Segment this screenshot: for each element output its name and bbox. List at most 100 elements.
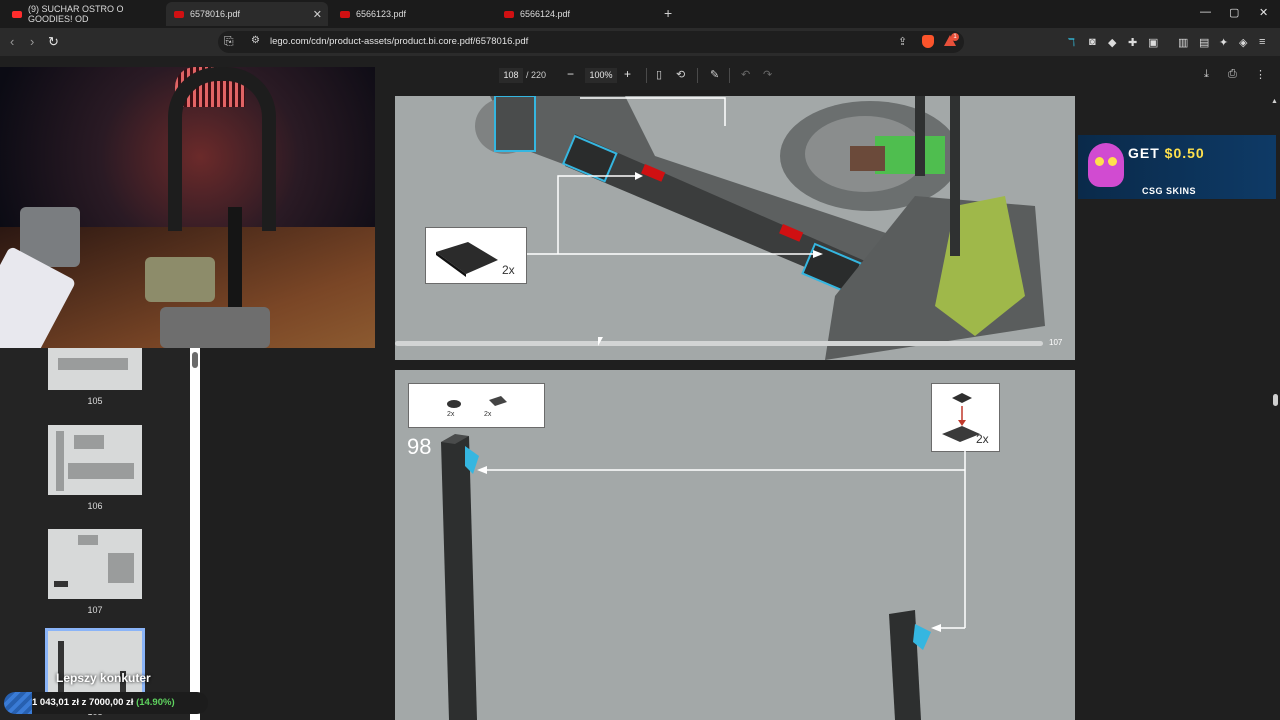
donation-goal-label: Lepszy konkuter bbox=[56, 671, 151, 685]
thumbnail-detail bbox=[74, 435, 104, 449]
tab-youtube[interactable]: (9) SUCHAR OSTRO O GOODIES! OD bbox=[4, 3, 164, 25]
thumbnail-detail bbox=[58, 358, 128, 370]
tab-6578016[interactable]: 6578016.pdf ✕ bbox=[166, 2, 328, 26]
back-arrow-icon[interactable]: ‹ bbox=[10, 34, 14, 49]
tab-title: 6566124.pdf bbox=[520, 9, 571, 19]
lego-column-illustration bbox=[441, 434, 966, 720]
sidebar-scrollbar[interactable] bbox=[190, 348, 200, 720]
ad-amount: $0.50 bbox=[1164, 145, 1205, 161]
vpn-icon[interactable]: ◈ bbox=[1239, 36, 1247, 49]
thumbnail-page-105[interactable]: 105 bbox=[48, 348, 142, 406]
ad-brand: CSG SKINS bbox=[1142, 186, 1197, 196]
annotate-icon[interactable]: ✎ bbox=[710, 68, 719, 81]
maximize-button[interactable]: ▢ bbox=[1229, 6, 1239, 19]
pdf-scrollbar[interactable]: ▲ bbox=[1270, 96, 1280, 720]
thumbnail-image bbox=[45, 628, 145, 704]
page-progress-bar bbox=[395, 341, 1043, 346]
thumbnail-page-number: 106 bbox=[87, 501, 103, 511]
wallet-icon[interactable]: ▤ bbox=[1199, 36, 1209, 49]
thumbnail-image bbox=[48, 348, 142, 390]
scrollbar-thumb[interactable] bbox=[192, 352, 198, 368]
fit-page-icon[interactable]: ▯ bbox=[656, 68, 662, 81]
bookmark-icon[interactable]: ⎘ bbox=[224, 34, 234, 49]
donation-progress-fill bbox=[4, 692, 32, 714]
scroll-up-icon[interactable]: ▲ bbox=[1271, 98, 1278, 105]
site-info-icon[interactable]: ⚙ bbox=[251, 35, 260, 46]
thumbnail-image bbox=[48, 529, 142, 599]
extension-icon[interactable]: ▣ bbox=[1148, 36, 1158, 49]
reload-icon[interactable]: ↻ bbox=[48, 34, 59, 50]
mascot-image bbox=[1088, 143, 1124, 187]
new-tab-button[interactable]: + bbox=[664, 5, 672, 21]
leo-ai-icon[interactable]: ✦ bbox=[1219, 36, 1228, 49]
tab-6566124[interactable]: 6566124.pdf bbox=[496, 3, 656, 25]
ad-headline-prefix: GET bbox=[1128, 145, 1165, 161]
rotate-icon[interactable]: ⟲ bbox=[676, 68, 685, 81]
brave-shields-icon[interactable] bbox=[922, 35, 934, 48]
thumbnail-detail bbox=[108, 553, 134, 583]
address-bar[interactable]: ⎘ ⚙ lego.com/cdn/product-assets/product.… bbox=[218, 31, 964, 53]
forward-arrow-icon[interactable]: › bbox=[30, 34, 34, 49]
tab-6566123[interactable]: 6566123.pdf bbox=[332, 3, 492, 25]
download-icon[interactable]: ⤓ bbox=[1204, 68, 1209, 81]
minimize-button[interactable]: — bbox=[1200, 6, 1211, 18]
zoom-level[interactable]: 100% bbox=[585, 68, 617, 83]
toolbar-divider bbox=[697, 68, 698, 83]
toolbar-divider bbox=[729, 68, 730, 83]
close-tab-icon[interactable]: ✕ bbox=[313, 8, 322, 21]
print-icon[interactable]: ⎙ bbox=[1228, 68, 1237, 81]
thumbnail-page-107[interactable]: 107 bbox=[48, 529, 142, 615]
tab-title: 6566123.pdf bbox=[356, 9, 407, 19]
donation-amount: 1 043,01 zł bbox=[32, 697, 80, 708]
close-window-button[interactable]: ✕ bbox=[1259, 6, 1268, 19]
pdf-page-108: 2x 2x 98 2x bbox=[395, 370, 1075, 720]
url-text[interactable]: lego.com/cdn/product-assets/product.bi.c… bbox=[270, 36, 528, 47]
extension-icon[interactable]: ◙ bbox=[1089, 36, 1096, 48]
scrollbar-thumb[interactable] bbox=[1273, 394, 1278, 406]
donation-percent: (14.90%) bbox=[136, 697, 175, 708]
thumbnail-detail bbox=[78, 535, 98, 545]
mascot-eye bbox=[1095, 157, 1104, 166]
zoom-out-button[interactable]: − bbox=[567, 67, 574, 81]
webcam-overlay bbox=[0, 67, 375, 348]
lego-icon bbox=[174, 10, 184, 18]
tab-strip: (9) SUCHAR OSTRO O GOODIES! OD 6578016.p… bbox=[0, 0, 1280, 28]
donation-connector: z bbox=[81, 697, 87, 708]
youtube-icon bbox=[12, 10, 22, 18]
share-icon[interactable]: ⇪ bbox=[898, 35, 907, 48]
csgoskins-ad[interactable]: GET $0.50 CSG SKINS bbox=[1078, 135, 1276, 199]
zoom-in-button[interactable]: + bbox=[624, 67, 631, 81]
puzzle-icon[interactable]: ✚ bbox=[1128, 36, 1137, 49]
thumbnail-page-number: 107 bbox=[87, 605, 103, 615]
thumbnail-detail bbox=[54, 581, 68, 587]
extension-icon[interactable]: ℸ bbox=[1068, 36, 1075, 49]
page-number-input[interactable]: 108 bbox=[499, 68, 523, 83]
thumbnail-page-106[interactable]: 106 bbox=[48, 425, 142, 511]
donation-goal-text: 1 043,01 zł z 7000,00 zł (14.90%) bbox=[32, 697, 175, 708]
desk-frame bbox=[168, 67, 276, 231]
thumbnail-detail bbox=[56, 431, 64, 491]
lego-build bbox=[160, 307, 270, 348]
sidebar-icon[interactable]: ▥ bbox=[1178, 36, 1188, 49]
more-options-icon[interactable]: ⋮ bbox=[1255, 68, 1266, 81]
mascot-eye bbox=[1108, 157, 1117, 166]
parts-callout: 2x bbox=[425, 227, 527, 284]
extension-icon[interactable]: ◆ bbox=[1108, 36, 1116, 49]
mouse-cursor bbox=[598, 337, 603, 346]
undo-icon[interactable]: ↶ bbox=[741, 68, 750, 81]
lego-icon bbox=[340, 10, 350, 18]
thumbnail-image bbox=[48, 425, 142, 495]
lego-build bbox=[145, 257, 215, 302]
alert-badge: 1 bbox=[951, 33, 959, 41]
donation-goal: 7000,00 zł bbox=[89, 697, 134, 708]
redo-icon[interactable]: ↷ bbox=[763, 68, 772, 81]
donation-goal-bar: 1 043,01 zł z 7000,00 zł (14.90%) bbox=[4, 692, 208, 714]
pdf-toolbar: 108 / 220 − 100% + ▯ ⟲ ✎ ↶ ↷ ⤓ ⎙ ⋮ bbox=[375, 56, 1280, 96]
quantity-label: 2x bbox=[502, 263, 515, 277]
page-total: / 220 bbox=[526, 70, 547, 80]
menu-icon[interactable]: ≡ bbox=[1259, 36, 1265, 48]
lego-icon bbox=[504, 10, 514, 18]
ad-headline: GET $0.50 bbox=[1128, 145, 1205, 161]
thumbnail-sidebar: 105 106 107 108 bbox=[0, 348, 200, 720]
thumbnail-page-number: 105 bbox=[87, 396, 103, 406]
